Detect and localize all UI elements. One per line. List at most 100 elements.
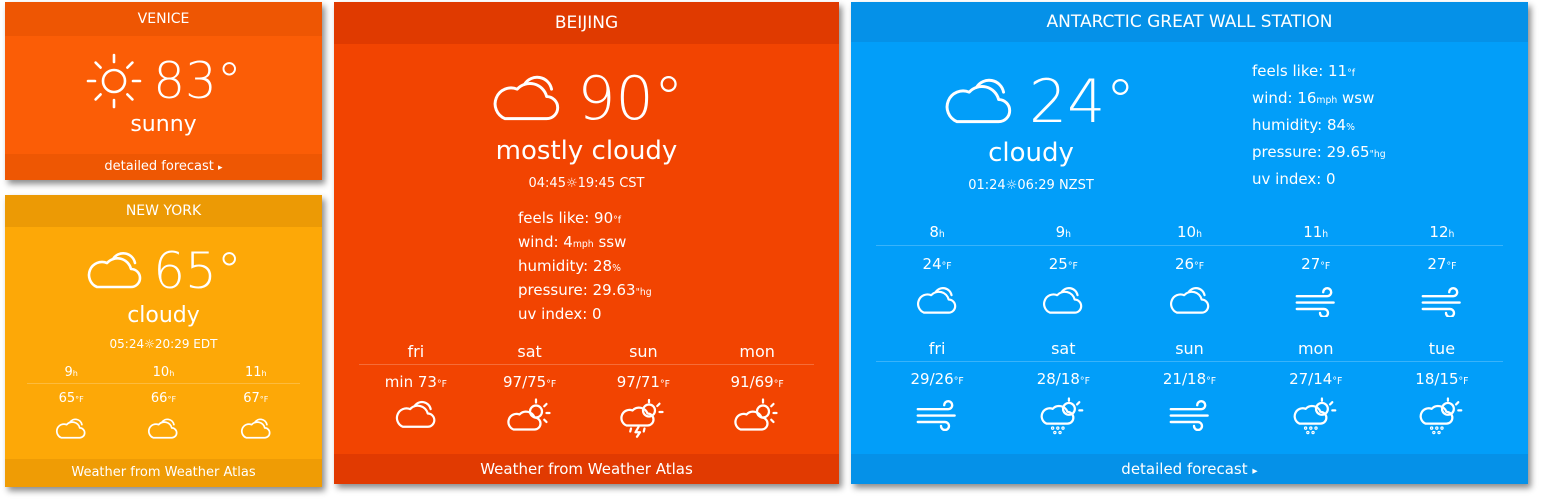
cloud-icon [1126, 285, 1252, 317]
antarctic-widget: ANTARCTIC GREAT WALL STATION 24° cloudy … [851, 2, 1528, 484]
cloud-icon [874, 285, 1000, 317]
cloud-icon [1000, 285, 1126, 317]
day-temp: 21/18°F [1162, 370, 1217, 388]
antarctic-hourly-hours: 8h 9h 10h 11h 12h [874, 223, 1505, 241]
sun-icon [85, 52, 143, 110]
antarctic-daily-temps: 29/26°F 28/18°F 21/18°F 27/14°F 18/15°F [874, 370, 1505, 388]
antarctic-city-title: ANTARCTIC GREAT WALL STATION [1046, 12, 1333, 32]
beijing-sunrise: 04:45 [528, 176, 566, 191]
hour-temp: 26°F [1174, 255, 1205, 273]
day-temp: 91/69°F [730, 373, 784, 391]
feels-like-row: feels like: 90°f [518, 209, 622, 227]
antarctic-daily-days: fri sat sun mon tue [874, 339, 1505, 358]
hour-label: 9h [64, 365, 78, 380]
humidity-row: humidity: 28% [518, 257, 621, 275]
partly-sunny-icon [700, 398, 814, 438]
antarctic-temperature: 24° [1029, 67, 1136, 137]
antarctic-hourly-icons [874, 285, 1505, 317]
cloud-icon [210, 417, 302, 441]
venice-current: 83° [5, 50, 322, 112]
antarctic-daily-icons [874, 397, 1505, 437]
beijing-footer-label: Weather from Weather Atlas [480, 460, 693, 478]
day-temp: min 73°F [384, 373, 447, 391]
day-temp: 97/75°F [503, 373, 557, 391]
hour-label: 10h [1177, 223, 1202, 241]
beijing-temperature: 90° [577, 64, 684, 134]
hour-label: 11h [1303, 223, 1329, 241]
antarctic-detailed-forecast-link[interactable]: detailed forecast ▸ [851, 454, 1528, 484]
venice-header: VENICE [5, 2, 322, 36]
newyork-attribution-link[interactable]: Weather from Weather Atlas [5, 459, 322, 487]
thunderstorm-icon [587, 398, 701, 438]
venice-detailed-forecast-link[interactable]: detailed forecast ▸ [5, 154, 322, 180]
wind-icon [1126, 397, 1252, 437]
cloud-icon [85, 249, 145, 293]
antarctic-condition: cloudy [988, 138, 1074, 168]
beijing-daily-icons [359, 398, 814, 438]
hour-temp: 67°F [243, 391, 269, 406]
antarctic-header: ANTARCTIC GREAT WALL STATION [851, 2, 1528, 42]
day-label: sun [1175, 339, 1204, 358]
newyork-temperature: 65° [153, 242, 242, 300]
wind-icon [874, 397, 1000, 437]
wind-icon [1253, 285, 1379, 317]
newyork-current: 65° [5, 240, 322, 302]
antarctic-hourly-temps: 24°F 25°F 26°F 27°F 27°F [874, 255, 1505, 273]
hour-temp: 27°F [1427, 255, 1457, 273]
pressure-row: pressure: 29.63"hg [518, 281, 652, 299]
hour-temp: 27°F [1301, 255, 1331, 273]
day-temp: 29/26°F [910, 370, 964, 388]
newyork-footer-label: Weather from Weather Atlas [71, 465, 256, 480]
divider [876, 245, 1503, 246]
antarctic-sunrise: 01:24 [968, 178, 1006, 193]
day-label: tue [1428, 339, 1456, 358]
beijing-daily-days: fri sat sun mon [359, 342, 814, 361]
feels-like-row: feels like: 11°f [1252, 62, 1356, 80]
antarctic-current: 24° [941, 67, 1135, 137]
partly-sunny-snow-icon [1379, 397, 1505, 437]
newyork-header: NEW YORK [5, 195, 322, 227]
antarctic-details: feels like: 11°f wind: 16mph wsw humidit… [1252, 64, 1386, 199]
beijing-header: BEIJING [334, 2, 839, 44]
day-temp: 28/18°F [1036, 370, 1090, 388]
hour-label: 10h [152, 365, 175, 380]
day-label: fri [928, 339, 946, 358]
antarctic-footer-label: detailed forecast [1121, 460, 1248, 478]
hour-label: 12h [1429, 223, 1455, 241]
cloud-icon [941, 75, 1017, 129]
hour-temp: 66°F [150, 391, 177, 406]
newyork-hourly-hours: 9h 10h 11h [25, 365, 302, 380]
venice-temperature: 83° [153, 52, 242, 110]
newyork-sun-times: 05:24☼20:29 EDT [5, 337, 322, 351]
cloud-icon [25, 417, 117, 441]
pressure-row: pressure: 29.65"hg [1252, 143, 1386, 161]
day-temp: 27/14°F [1289, 370, 1343, 388]
caret-right-icon: ▸ [218, 163, 223, 173]
small-sun-icon: ☼ [1005, 178, 1018, 193]
beijing-daily-temps: min 73°F 97/75°F 97/71°F 91/69°F [359, 373, 814, 391]
cloud-icon [359, 398, 473, 438]
beijing-condition: mostly cloudy [495, 136, 678, 166]
day-temp: 18/15°F [1415, 370, 1469, 388]
newyork-city-title: NEW YORK [125, 203, 202, 219]
hour-temp: 24°F [922, 255, 952, 273]
day-label: sun [629, 342, 658, 361]
newyork-condition: cloudy [127, 303, 200, 328]
beijing-widget: BEIJING 90° mostly cloudy 04:45☼19:45 CS… [334, 2, 839, 484]
small-sun-icon: ☼ [144, 337, 155, 351]
divider [27, 383, 300, 384]
partly-sunny-snow-icon [1000, 397, 1126, 437]
newyork-sunset: 20:29 EDT [154, 337, 218, 351]
day-label: fri [407, 342, 425, 361]
hour-label: 9h [1055, 223, 1072, 241]
day-temp: 97/71°F [616, 373, 670, 391]
beijing-attribution-link[interactable]: Weather from Weather Atlas [334, 454, 839, 484]
hour-label: 11h [244, 365, 267, 380]
divider [359, 364, 814, 365]
uv-index-row: uv index: 0 [1252, 170, 1336, 188]
hour-temp: 65°F [58, 391, 84, 406]
venice-footer-label: detailed forecast [104, 159, 214, 174]
venice-widget: VENICE 83° sunny detailed forecast ▸ [5, 2, 322, 180]
humidity-row: humidity: 84% [1252, 116, 1355, 134]
beijing-current: 90° [334, 64, 839, 134]
